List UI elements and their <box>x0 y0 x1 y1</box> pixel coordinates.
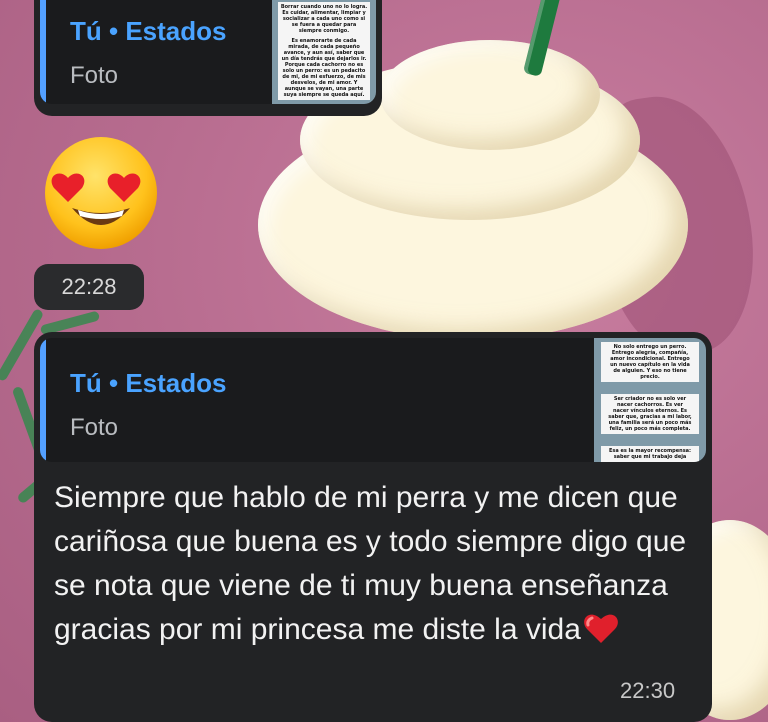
thumbnail-card: Borrar cuando uno no lo logra. Es cuidar… <box>278 2 370 36</box>
quote-accent-bar <box>40 0 46 104</box>
message-bubble-status-reply[interactable]: Tú • Estados Foto Borrar cuando uno no l… <box>34 0 382 116</box>
thumbnail-text-line: precio. <box>640 374 660 380</box>
quote-subtitle: Foto <box>70 62 119 89</box>
thumbnail-text-line: saber que mi trabajo deja <box>613 454 687 460</box>
thumbnail-text-line: feliz, un poco más completa. <box>609 426 691 432</box>
thumbnail-card: No solo entrego un perro. Entrego alegrí… <box>600 342 700 382</box>
thumbnail-card: Ser criador no es solo ver nacer cachorr… <box>600 394 700 434</box>
message-text: Siempre que hablo de mi perra y me dicen… <box>54 476 694 658</box>
thumbnail-text-line: suya siempre se queda aquí. <box>283 92 365 98</box>
thumbnail-card: Es enamorarte de cada mirada, de cada pe… <box>278 36 370 100</box>
quoted-status[interactable]: Tú • Estados Foto Borrar cuando uno no l… <box>40 0 376 104</box>
quote-title: Tú • Estados <box>70 16 227 46</box>
status-thumbnail[interactable]: Borrar cuando uno no lo logra. Es cuidar… <box>272 0 376 104</box>
quote-subtitle: Foto <box>70 414 119 441</box>
red-heart-icon <box>583 611 619 658</box>
message-timestamp: 22:30 <box>620 678 676 703</box>
heart-eyes-emoji-icon[interactable] <box>42 134 160 252</box>
quoted-status[interactable]: Tú • Estados Foto No solo entrego un per… <box>40 338 706 462</box>
message-bubble-status-reply[interactable]: Tú • Estados Foto No solo entrego un per… <box>34 332 712 722</box>
status-thumbnail[interactable]: No solo entrego un perro. Entrego alegrí… <box>594 338 706 462</box>
message-timestamp: 22:28 <box>34 264 144 310</box>
wallpaper-cream <box>380 40 600 150</box>
quote-title: Tú • Estados <box>70 368 227 398</box>
thumbnail-card: Esa es la mayor recompensa: saber que mi… <box>600 446 700 462</box>
quote-accent-bar <box>40 338 46 462</box>
thumbnail-text-line: siempre conmigo. <box>298 28 350 34</box>
